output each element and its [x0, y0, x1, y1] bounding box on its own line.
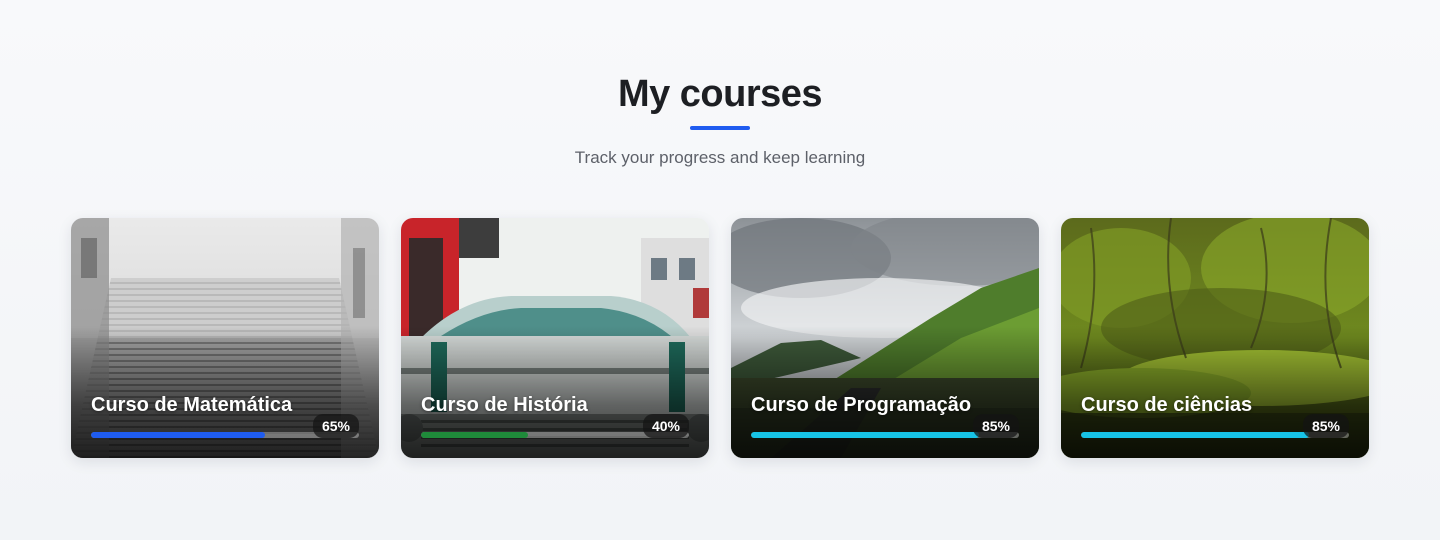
course-card-historia[interactable]: Curso de História 40%: [401, 218, 709, 458]
courses-section: My courses Track your progress and keep …: [0, 0, 1440, 540]
course-card-programacao[interactable]: Curso de Programação 85%: [731, 218, 1039, 458]
course-title: Curso de Programação: [751, 394, 972, 416]
course-card-grid: Curso de Matemática 65% Curso de Históri…: [71, 218, 1369, 458]
progress-fill: [91, 432, 266, 438]
course-card-matematica[interactable]: Curso de Matemática 65%: [71, 218, 379, 458]
course-title: Curso de ciências: [1081, 394, 1253, 416]
progress-badge: 85%: [1302, 414, 1349, 438]
course-card-ciencias[interactable]: Curso de ciências 85%: [1061, 218, 1369, 458]
course-title: Curso de Matemática: [91, 394, 293, 416]
progress-fill: [1081, 432, 1309, 438]
progress-fill: [421, 432, 529, 438]
page-subtitle: Track your progress and keep learning: [574, 148, 866, 167]
title-underline: [690, 126, 750, 130]
progress-fill: [751, 432, 979, 438]
progress-badge: 65%: [312, 414, 359, 438]
progress-badge: 85%: [972, 414, 1019, 438]
page-title: My courses: [617, 73, 823, 115]
progress-badge: 40%: [642, 414, 689, 438]
course-title: Curso de História: [421, 394, 588, 416]
